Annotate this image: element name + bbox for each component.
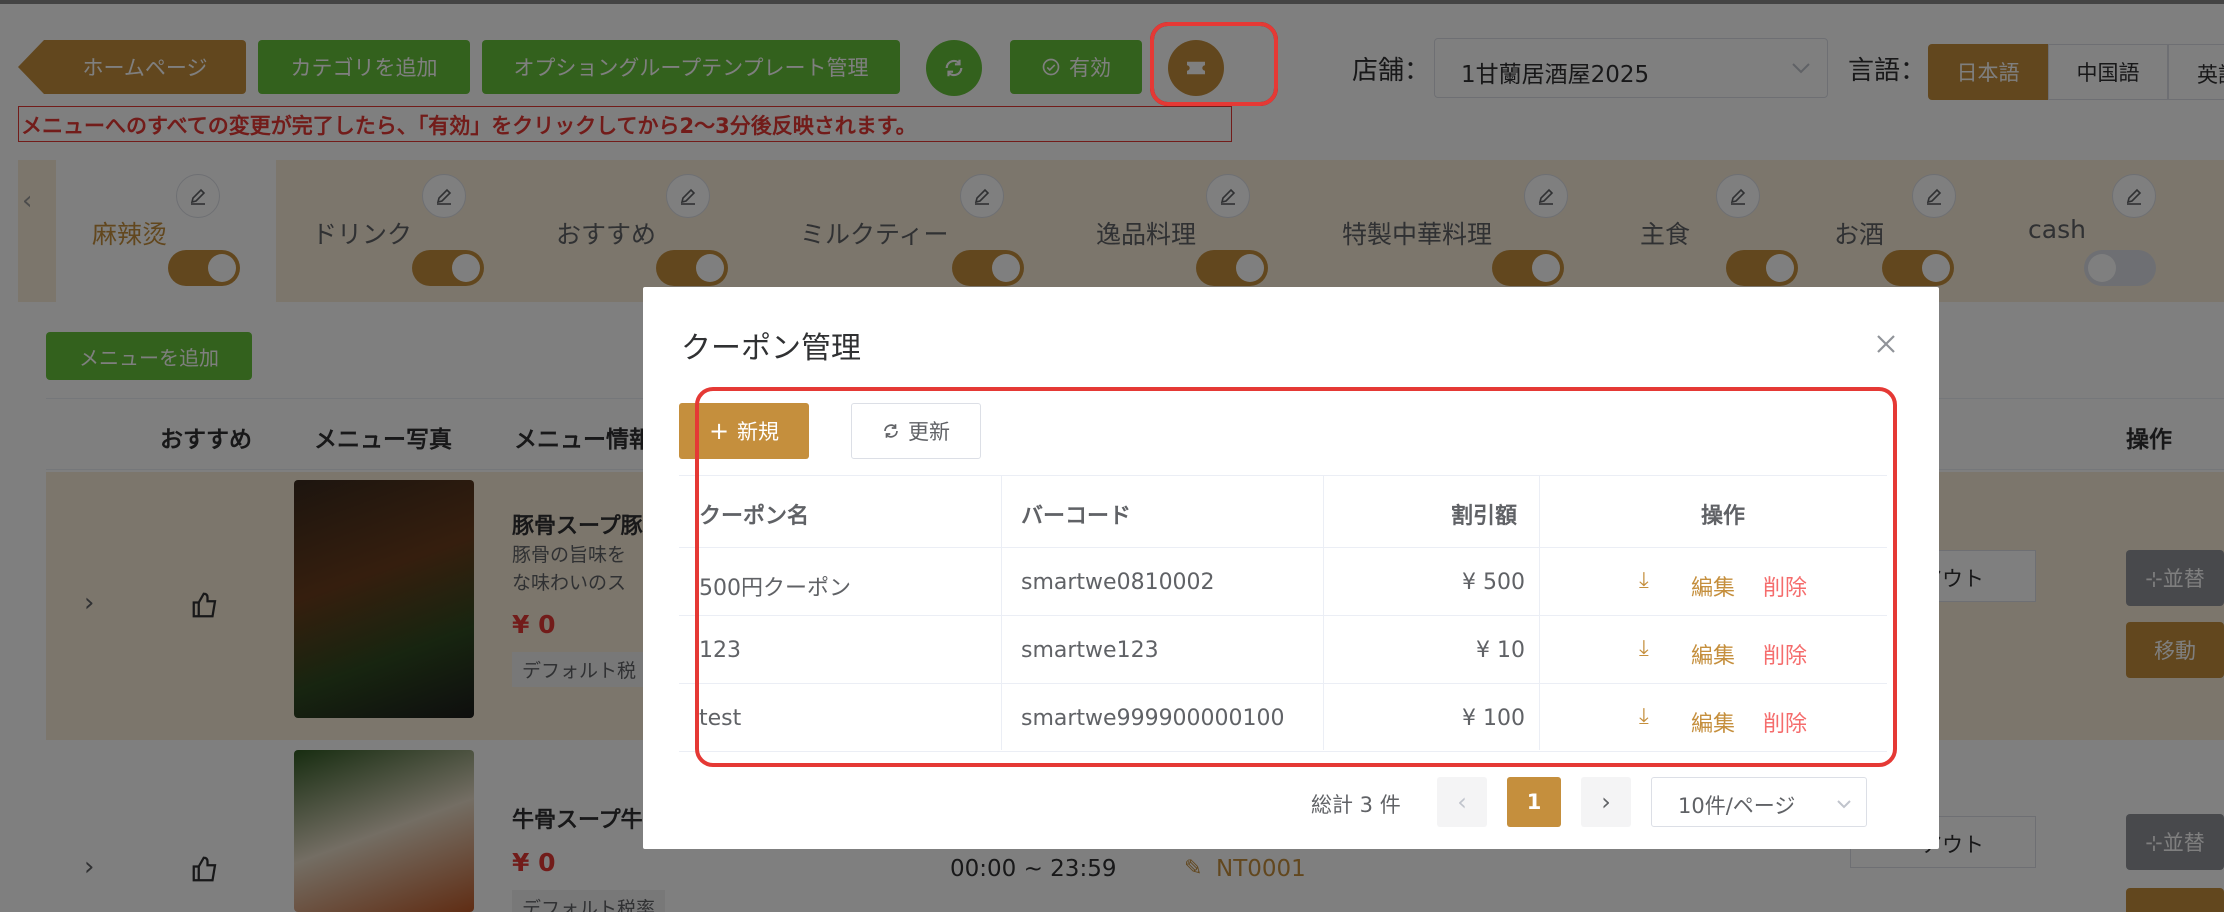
total-count: 総計 3 件 (1311, 793, 1401, 817)
coupon-highlight-box (1150, 22, 1278, 106)
next-page-button[interactable]: › (1581, 777, 1631, 827)
prev-page-button[interactable]: ‹ (1437, 777, 1487, 827)
close-icon[interactable] (1875, 333, 1897, 355)
chevron-down-icon (1837, 800, 1851, 809)
page-size-select[interactable]: 10件/ページ (1651, 777, 1867, 827)
page-size-value: 10件/ページ (1678, 794, 1796, 818)
table-highlight-box (695, 387, 1897, 767)
coupon-modal: クーポン管理 + 新規 更新 クーポン名 バーコード 割引額 操作 500円クーポ… (643, 287, 1939, 849)
modal-title: クーポン管理 (681, 331, 861, 366)
current-page[interactable]: 1 (1507, 777, 1561, 827)
